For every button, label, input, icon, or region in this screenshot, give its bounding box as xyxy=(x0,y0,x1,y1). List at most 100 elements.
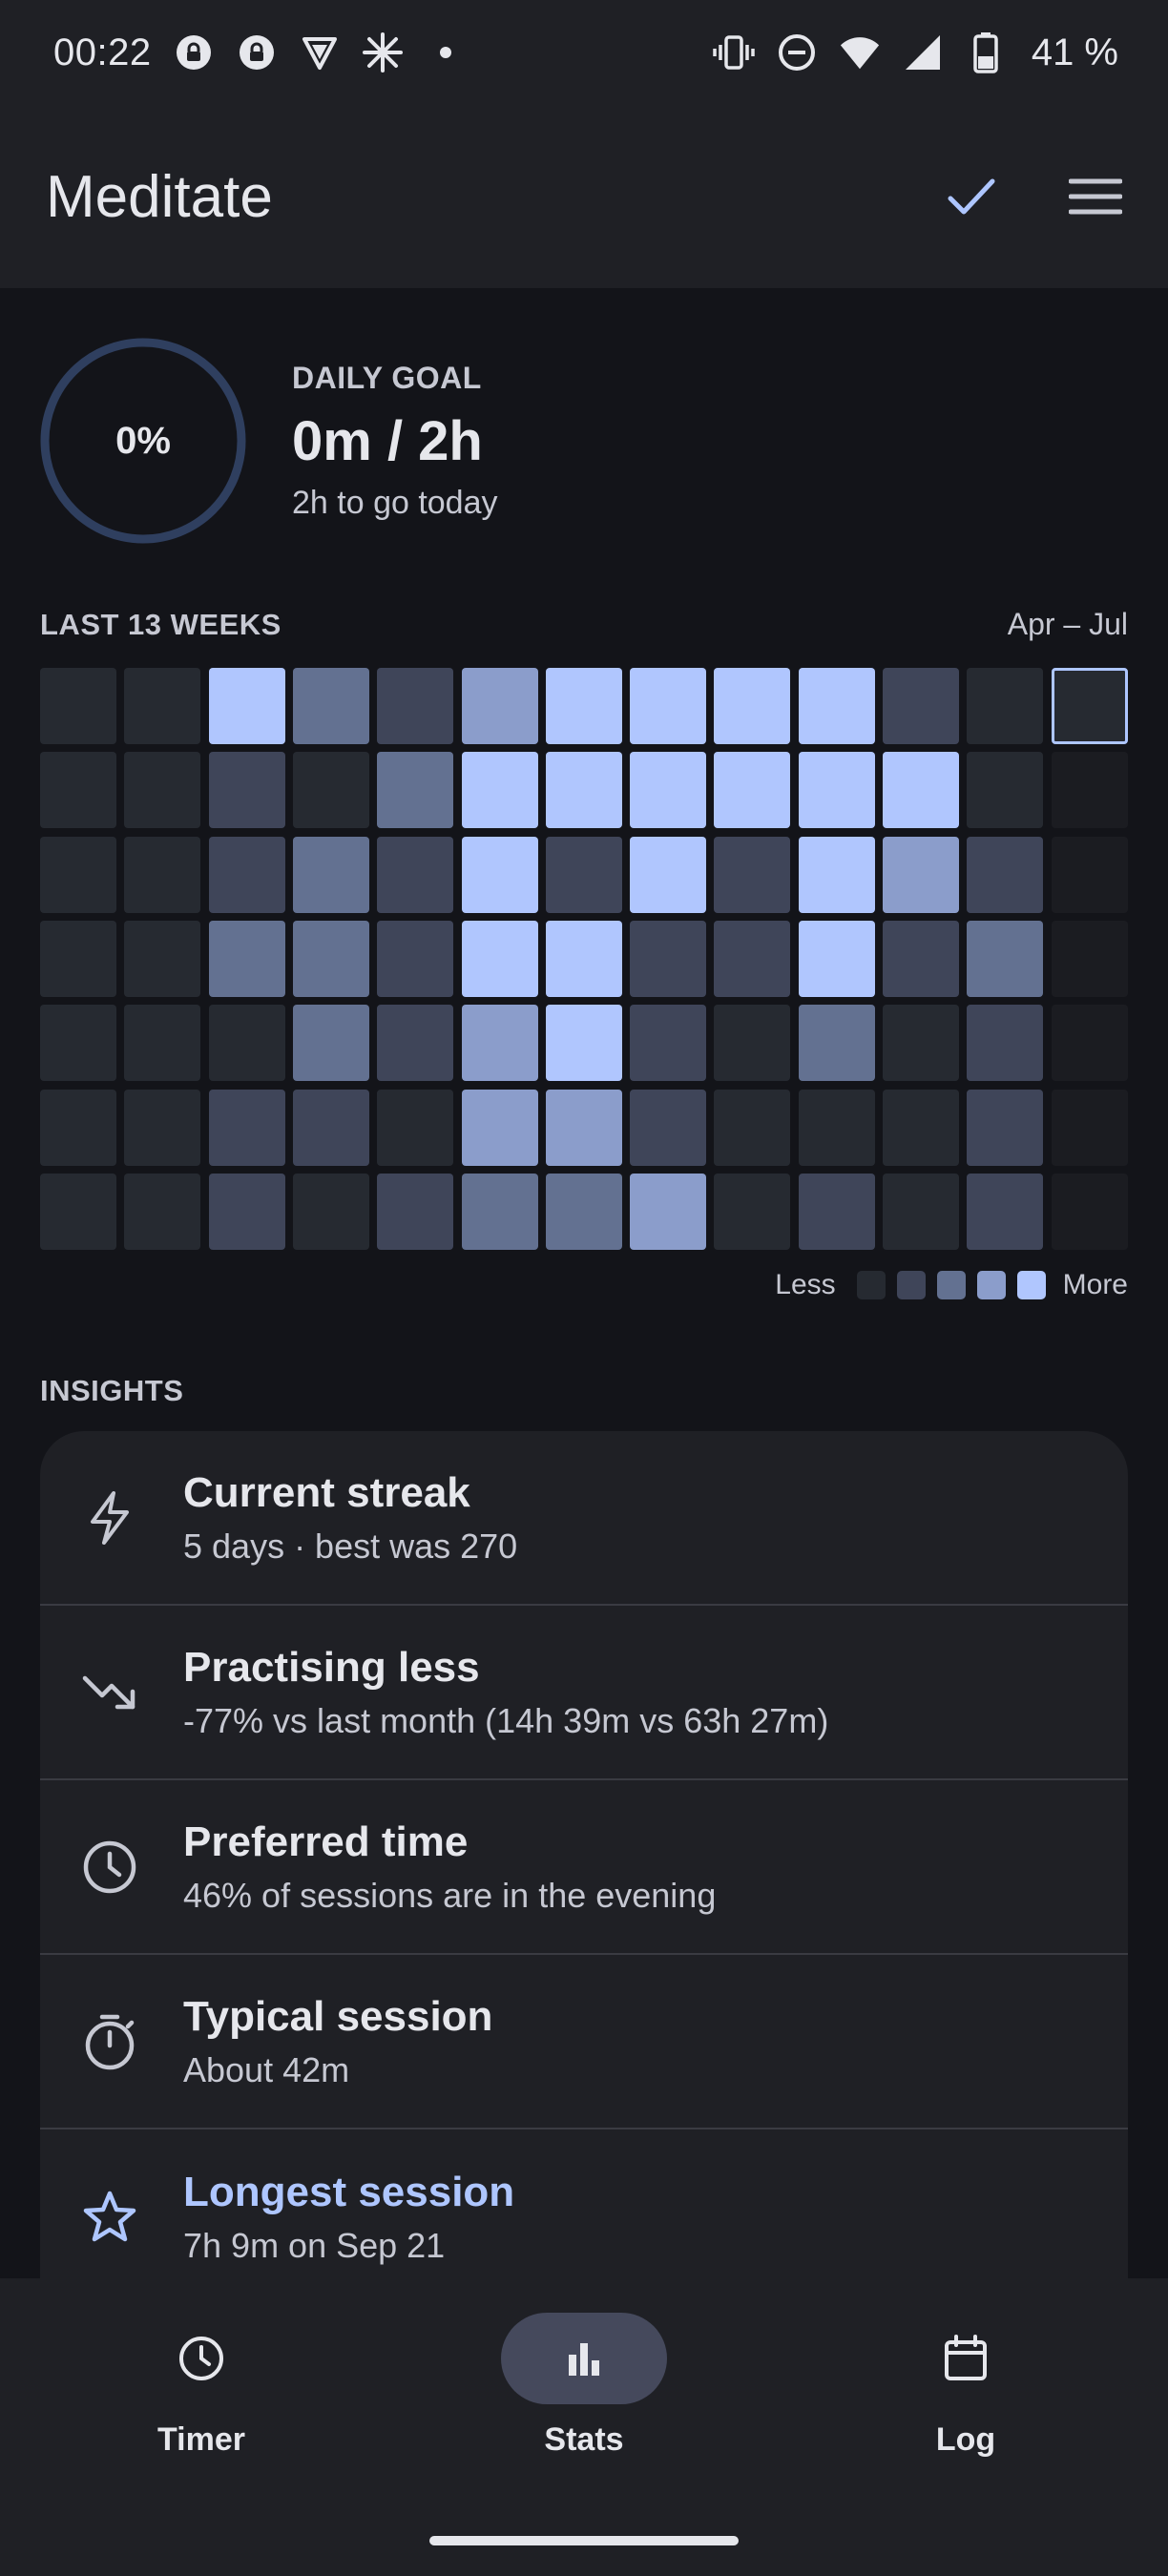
heatmap-cell xyxy=(124,1089,201,1166)
nav-timer[interactable]: Timer xyxy=(58,2313,344,2484)
heatmap-cell xyxy=(714,836,791,913)
legend-more: More xyxy=(1062,1269,1128,1300)
insight-detail: 46% of sessions are in the evening xyxy=(183,1875,717,1915)
heatmap-cell xyxy=(377,668,454,744)
insight-detail: 7h 9m on Sep 21 xyxy=(183,2225,446,2265)
insight-current-streak[interactable]: Current streak 5 days · best was 270 xyxy=(40,1431,1128,1606)
heatmap-cell xyxy=(461,668,538,744)
page-title: Meditate xyxy=(46,163,273,230)
heatmap-cell xyxy=(292,1005,369,1082)
heatmap-cell xyxy=(630,920,707,997)
insight-typical-session[interactable]: Typical session About 42m xyxy=(40,1955,1128,2129)
heatmap-cell xyxy=(124,836,201,913)
heatmap-label: LAST 13 WEEKS xyxy=(40,608,282,641)
nav-log-pill xyxy=(883,2313,1049,2404)
insights-label: INSIGHTS xyxy=(40,1374,184,1407)
legend-less: Less xyxy=(775,1269,836,1300)
heatmap-cell xyxy=(545,1089,622,1166)
heatmap-cell xyxy=(208,1173,285,1250)
heatmap-cell xyxy=(545,920,622,997)
heatmap-cell xyxy=(798,1089,875,1166)
status-bar: 00:22 41 % xyxy=(0,0,1168,105)
heatmap-cell xyxy=(545,752,622,829)
heatmap-cell xyxy=(208,836,285,913)
heatmap-cell xyxy=(798,1173,875,1250)
goal-value: 0m / 2h xyxy=(292,409,483,472)
heatmap-cell xyxy=(1051,752,1128,829)
heatmap-cell xyxy=(461,1173,538,1250)
heatmap-cell xyxy=(967,920,1044,997)
nav-label: Log xyxy=(935,2421,996,2458)
heatmap-cell xyxy=(883,1089,959,1166)
nav-log[interactable]: Log xyxy=(823,2313,1109,2484)
heatmap-cell xyxy=(714,752,791,829)
heatmap-cell xyxy=(714,1005,791,1082)
heatmap-cell xyxy=(124,1005,201,1082)
heatmap-cell xyxy=(40,668,116,744)
heatmap-cell xyxy=(377,1005,454,1082)
heatmap-cell xyxy=(292,1089,369,1166)
heatmap-cell xyxy=(967,836,1044,913)
heatmap-cell xyxy=(883,920,959,997)
trending-down-icon xyxy=(78,1661,141,1724)
check-button[interactable] xyxy=(941,166,1002,227)
menu-icon xyxy=(1069,178,1122,215)
nav-timer-pill xyxy=(118,2313,284,2404)
heatmap-legend: Less More xyxy=(40,1269,1128,1301)
insight-detail: 5 days · best was 270 xyxy=(183,1526,518,1566)
heatmap-cell xyxy=(377,920,454,997)
heatmap-range: Apr – Jul xyxy=(1007,607,1128,641)
heatmap-cell xyxy=(967,1005,1044,1082)
heatmap-cell xyxy=(208,920,285,997)
bolt-icon xyxy=(78,1486,141,1549)
heatmap-cell xyxy=(292,752,369,829)
activity-heatmap xyxy=(40,668,1128,1250)
legend-swatch xyxy=(856,1271,886,1299)
heatmap-cell xyxy=(124,920,201,997)
heatmap-cell xyxy=(461,920,538,997)
heatmap-cell xyxy=(545,836,622,913)
insight-practising-less[interactable]: Practising less -77% vs last month (14h … xyxy=(40,1606,1128,1780)
heatmap-cell xyxy=(377,836,454,913)
nav-label: Stats xyxy=(544,2421,624,2458)
heatmap-cell xyxy=(967,1089,1044,1166)
heatmap-cell xyxy=(798,752,875,829)
heatmap-cell xyxy=(630,836,707,913)
gesture-bar[interactable] xyxy=(429,2536,739,2545)
lock-badge-icon xyxy=(173,31,215,73)
nav-label: Timer xyxy=(157,2421,245,2458)
heatmap-cell xyxy=(208,752,285,829)
legend-swatch xyxy=(1016,1271,1046,1299)
insight-preferred-time[interactable]: Preferred time 46% of sessions are in th… xyxy=(40,1780,1128,1955)
nav-stats[interactable]: Stats xyxy=(441,2313,727,2484)
heatmap-cell xyxy=(208,668,285,744)
heatmap-cell xyxy=(630,1005,707,1082)
menu-button[interactable] xyxy=(1065,166,1126,227)
heatmap-cell xyxy=(40,836,116,913)
heatmap-cell xyxy=(292,920,369,997)
lock-badge-icon xyxy=(236,31,278,73)
heatmap-cell xyxy=(967,668,1044,744)
heatmap-cell xyxy=(798,920,875,997)
heatmap-cell xyxy=(714,920,791,997)
heatmap-cell xyxy=(461,1089,538,1166)
wifi-icon xyxy=(839,31,881,73)
insight-title: Current streak xyxy=(183,1468,470,1516)
battery-icon xyxy=(965,31,1007,73)
heatmap-cell xyxy=(1051,1173,1128,1250)
heatmap-cell xyxy=(545,1173,622,1250)
clock-icon xyxy=(78,1836,141,1899)
legend-swatch xyxy=(896,1271,926,1299)
heatmap-cell xyxy=(124,668,201,744)
heatmap-cell xyxy=(798,668,875,744)
heatmap-cell xyxy=(40,1089,116,1166)
heatmap-cell xyxy=(714,668,791,744)
heatmap-cell xyxy=(545,1005,622,1082)
insight-title: Typical session xyxy=(183,1992,493,2040)
sparkle-icon xyxy=(362,31,404,73)
star-icon xyxy=(78,2186,141,2249)
legend-swatch xyxy=(936,1271,966,1299)
heatmap-cell xyxy=(124,1173,201,1250)
goal-progress-ring: 0% xyxy=(38,336,248,546)
heatmap-cell xyxy=(461,836,538,913)
